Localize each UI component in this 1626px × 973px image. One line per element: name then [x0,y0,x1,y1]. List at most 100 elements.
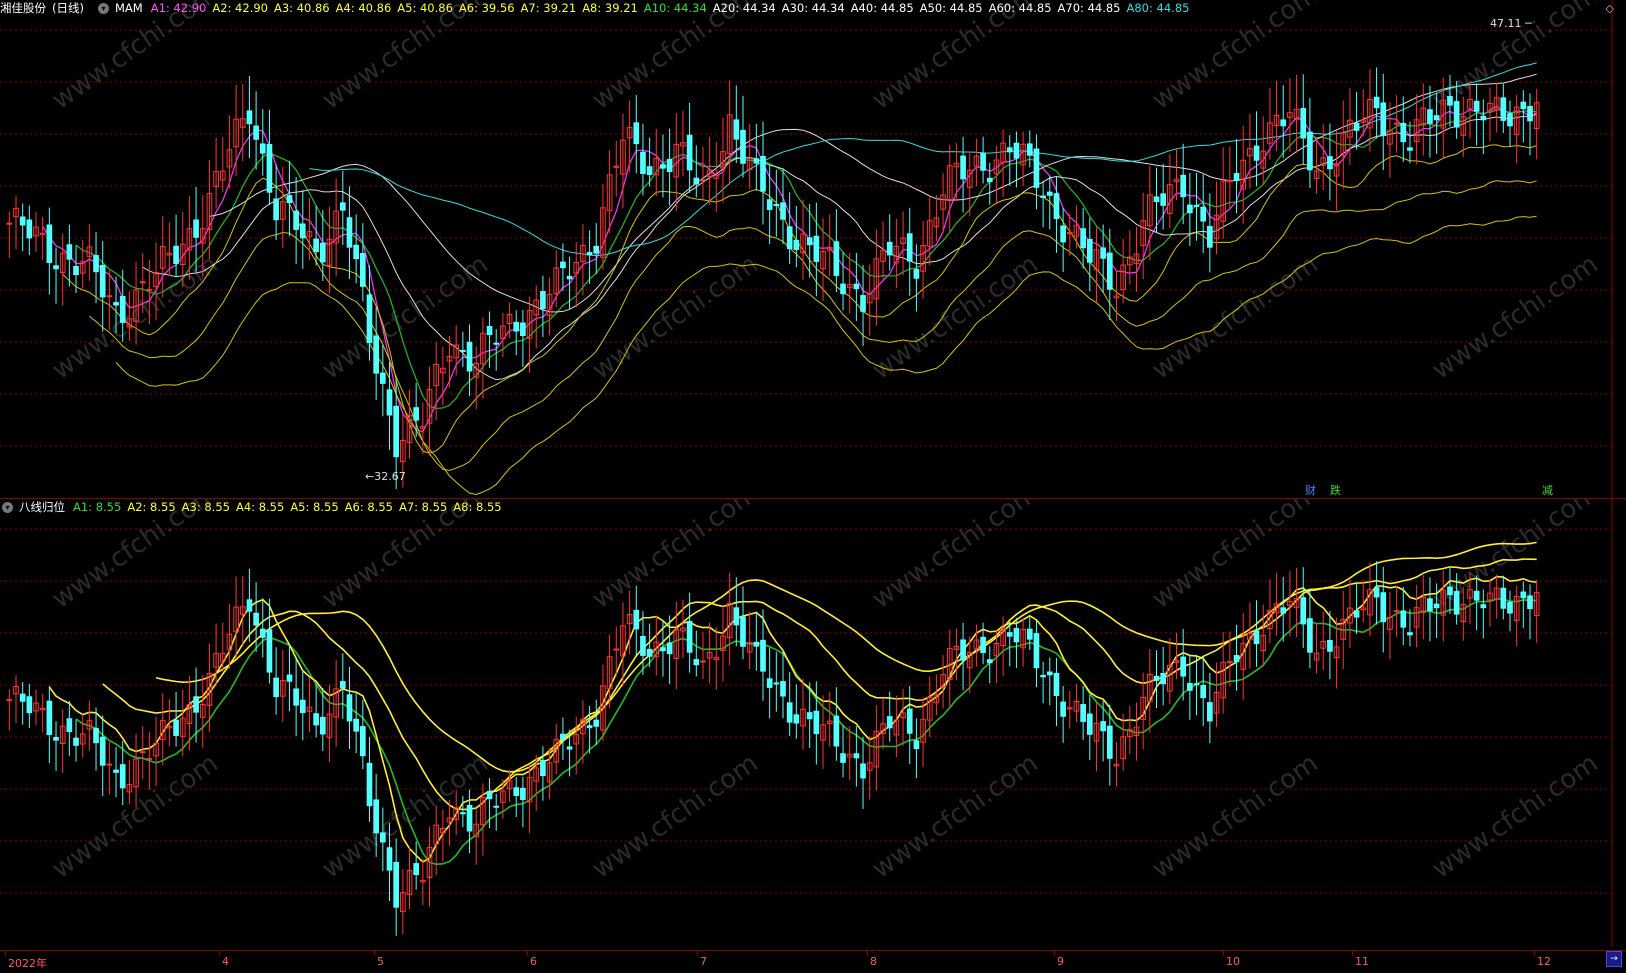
candle[interactable] [1453,591,1460,615]
candle[interactable] [1100,247,1106,259]
candle[interactable] [1500,97,1507,121]
candle[interactable] [780,202,786,220]
candle[interactable] [366,294,373,344]
candle[interactable] [833,241,840,276]
candle[interactable] [660,164,666,169]
candle[interactable] [119,764,126,789]
candle[interactable] [246,599,253,612]
candle[interactable] [1520,591,1527,599]
candle[interactable] [1300,597,1307,625]
candle[interactable] [339,202,346,211]
candle[interactable] [1086,713,1093,735]
candle[interactable] [806,712,813,720]
scroll-right-icon[interactable]: → [1606,951,1622,967]
candle[interactable] [1433,115,1440,121]
candle[interactable] [293,210,299,230]
candle[interactable] [813,235,820,262]
candle[interactable] [173,245,179,265]
candle[interactable] [1507,601,1513,614]
sub-chart-pane[interactable]: www.cfchi.com www.cfchi.com www.cfchi.com w… [0,499,1626,947]
candle[interactable] [560,261,566,269]
candle[interactable] [373,335,379,374]
candle[interactable] [93,255,99,273]
candle[interactable] [686,620,693,653]
candle[interactable] [853,283,860,290]
candle[interactable] [520,322,526,336]
candle[interactable] [840,283,846,295]
candle[interactable] [1307,131,1313,171]
candle[interactable] [886,241,893,256]
candle[interactable] [486,790,493,800]
candle[interactable] [566,275,573,280]
candle[interactable] [740,129,746,164]
candle[interactable] [666,642,673,655]
candle[interactable] [146,757,153,760]
candle[interactable] [860,763,866,779]
candle[interactable] [273,198,279,221]
candle[interactable] [786,226,793,250]
candle[interactable] [460,349,466,352]
candle[interactable] [813,710,820,735]
candle[interactable] [493,342,500,345]
candle[interactable] [1153,196,1160,203]
candle[interactable] [906,708,913,734]
candle[interactable] [1327,156,1333,170]
candle[interactable] [386,389,393,416]
candle[interactable] [1233,655,1240,663]
candle[interactable] [379,372,386,384]
candle[interactable] [1180,174,1187,198]
candle[interactable] [73,737,79,746]
indicator-toggle-icon[interactable]: ▾ [97,3,109,14]
candle[interactable] [286,195,293,204]
candle[interactable] [1473,590,1480,601]
candle[interactable] [886,716,893,729]
candle[interactable] [980,152,986,171]
candle[interactable] [853,753,860,759]
candle[interactable] [1280,119,1287,127]
candle[interactable] [1066,707,1073,710]
candle[interactable] [353,718,359,732]
main-chart-canvas[interactable]: www.cfchi.com www.cfchi.com www.cfchi.com w… [0,0,1626,498]
candle[interactable] [913,740,920,750]
candle[interactable] [373,799,379,834]
candle[interactable] [66,244,73,260]
candle[interactable] [1500,587,1507,609]
candle[interactable] [1380,592,1387,623]
candle[interactable] [640,151,646,174]
candle[interactable] [1006,147,1013,153]
candle[interactable] [766,199,773,210]
candle[interactable] [299,699,306,714]
candle[interactable] [6,222,13,225]
candle[interactable] [19,216,26,226]
candle[interactable] [646,648,653,657]
main-indicator-name[interactable]: MAM [115,1,143,15]
candle[interactable] [1033,633,1040,669]
candle[interactable] [640,636,646,656]
candle[interactable] [259,143,266,154]
candle[interactable] [1433,603,1440,609]
candle[interactable] [906,233,913,262]
candle[interactable] [593,245,600,254]
candle[interactable] [1400,122,1407,143]
candle[interactable] [1060,701,1066,717]
candle[interactable] [460,812,466,815]
candle[interactable] [1106,725,1113,759]
candle[interactable] [833,715,840,747]
candle[interactable] [193,219,199,238]
candle[interactable] [1040,195,1046,198]
candle[interactable] [253,612,259,626]
candle[interactable] [660,647,666,652]
candle[interactable] [1373,587,1380,598]
candle[interactable] [1253,145,1260,161]
candle[interactable] [760,639,766,672]
candle[interactable] [1527,595,1533,610]
candle[interactable] [1046,191,1053,196]
candle[interactable] [613,165,620,168]
candle[interactable] [466,804,473,832]
candle[interactable] [786,702,793,723]
candle[interactable] [466,341,473,372]
candle[interactable] [486,325,493,336]
candle[interactable] [1053,672,1060,696]
candle[interactable] [700,660,706,663]
candle[interactable] [253,125,259,140]
